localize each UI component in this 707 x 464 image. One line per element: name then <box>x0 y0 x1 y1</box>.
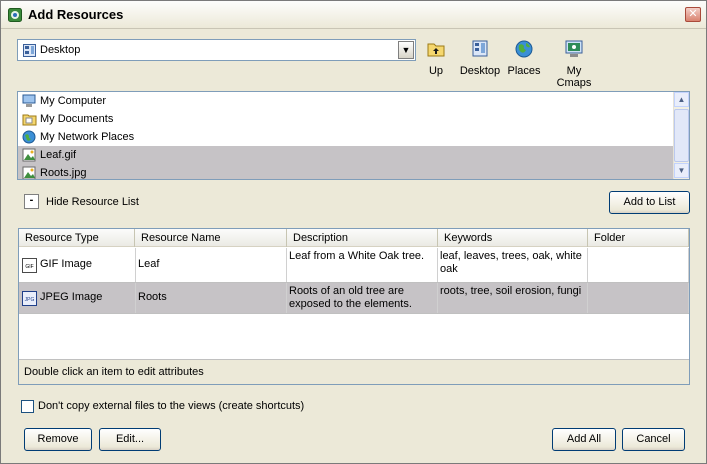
table-header: Resource Type Resource Name Description … <box>19 229 689 247</box>
image-file-icon <box>22 148 36 162</box>
up-folder-icon <box>427 43 445 57</box>
column-header-resource-name[interactable]: Resource Name <box>135 229 287 247</box>
desktop-icon <box>472 40 488 57</box>
up-label: Up <box>428 65 444 77</box>
chevron-down-icon[interactable]: ▼ <box>398 41 414 59</box>
dont-copy-files-checkbox[interactable] <box>21 400 34 413</box>
resource-name-text: Roots <box>138 291 167 303</box>
svg-text:GIF: GIF <box>25 264 33 270</box>
column-header-description[interactable]: Description <box>287 229 438 247</box>
list-item[interactable]: My Network Places <box>18 128 673 146</box>
gif-file-icon: GIF <box>22 258 37 273</box>
title-bar[interactable]: Add Resources ✕ <box>1 1 706 29</box>
scroll-thumb[interactable] <box>674 109 689 162</box>
file-list-scrollbar[interactable]: ▲ ▼ <box>673 92 689 179</box>
cell-resource-type: JPG JPEG Image <box>19 283 136 313</box>
scroll-down-icon[interactable]: ▼ <box>674 163 689 178</box>
list-item[interactable]: Leaf.gif <box>18 146 673 164</box>
resource-type-text: JPEG Image <box>40 291 103 303</box>
cell-resource-name: Roots <box>136 283 287 313</box>
column-header-keywords[interactable]: Keywords <box>438 229 588 247</box>
cell-description: Roots of an old tree are exposed to the … <box>287 283 438 313</box>
table-row[interactable]: GIF GIF Image Leaf Leaf from a White Oak… <box>19 248 689 283</box>
resource-name-text: Leaf <box>138 258 160 270</box>
column-header-resource-type[interactable]: Resource Type <box>19 229 135 247</box>
column-header-folder[interactable]: Folder <box>588 229 689 247</box>
cell-keywords: leaf, leaves, trees, oak, white oak <box>438 248 588 282</box>
cell-resource-type: GIF GIF Image <box>19 248 136 282</box>
list-item[interactable]: My Computer <box>18 92 673 110</box>
add-to-list-button[interactable]: Add to List <box>609 191 690 214</box>
svg-text:JPG: JPG <box>25 297 35 303</box>
list-item-label: My Computer <box>40 95 107 107</box>
list-item[interactable]: My Documents <box>18 110 673 128</box>
file-browser-list[interactable]: My Computer My Documents My Network Plac… <box>17 91 690 180</box>
list-item[interactable]: Roots.jpg <box>18 164 673 179</box>
dont-copy-files-label[interactable]: Don't copy external files to the views (… <box>38 400 304 412</box>
table-row[interactable]: JPG JPEG Image Roots Roots of an old tre… <box>19 283 689 314</box>
places-globe-icon <box>515 40 533 58</box>
cancel-button[interactable]: Cancel <box>622 428 685 451</box>
my-cmaps-button[interactable]: My Cmaps <box>548 39 600 89</box>
cell-description: Leaf from a White Oak tree. <box>287 248 438 282</box>
cell-keywords: roots, tree, soil erosion, fungi <box>438 283 588 313</box>
collapse-resource-list-toggle[interactable]: - <box>24 194 39 209</box>
edit-button[interactable]: Edit... <box>99 428 161 451</box>
documents-folder-icon <box>22 114 37 126</box>
places-label: Places <box>507 65 541 77</box>
cell-resource-name: Leaf <box>136 248 287 282</box>
cmap-app-icon <box>8 8 22 22</box>
image-file-icon <box>22 166 36 179</box>
table-status-text: Double click an item to edit attributes <box>19 359 689 384</box>
cell-folder <box>588 283 689 313</box>
hide-resource-list-label[interactable]: Hide Resource List <box>46 196 139 208</box>
my-cmaps-icon <box>565 40 583 57</box>
desktop-button[interactable]: Desktop <box>459 39 501 77</box>
up-button[interactable]: Up <box>425 39 447 77</box>
list-item-label: Roots.jpg <box>40 167 87 179</box>
desktop-label: Desktop <box>459 65 501 77</box>
remove-button[interactable]: Remove <box>24 428 92 451</box>
list-item-label: My Documents <box>40 113 114 125</box>
list-item-label: Leaf.gif <box>40 149 77 161</box>
places-button[interactable]: Places <box>507 39 541 77</box>
resource-type-text: GIF Image <box>40 258 92 270</box>
dialog-title: Add Resources <box>28 7 124 22</box>
resources-table[interactable]: Resource Type Resource Name Description … <box>18 228 690 385</box>
network-places-icon <box>22 130 36 144</box>
desktop-icon <box>23 44 36 57</box>
add-resources-dialog: Add Resources ✕ Desktop ▼ Up Desktop Pla… <box>0 0 707 464</box>
jpeg-file-icon: JPG <box>22 291 37 306</box>
location-combo[interactable]: Desktop ▼ <box>17 39 416 61</box>
scroll-up-icon[interactable]: ▲ <box>674 92 689 107</box>
add-all-button[interactable]: Add All <box>552 428 616 451</box>
cell-folder <box>588 248 689 282</box>
list-item-label: My Network Places <box>40 131 135 143</box>
close-button[interactable]: ✕ <box>685 7 701 22</box>
my-cmaps-label: My Cmaps <box>556 65 592 89</box>
location-value: Desktop <box>40 44 81 56</box>
computer-icon <box>22 94 36 107</box>
